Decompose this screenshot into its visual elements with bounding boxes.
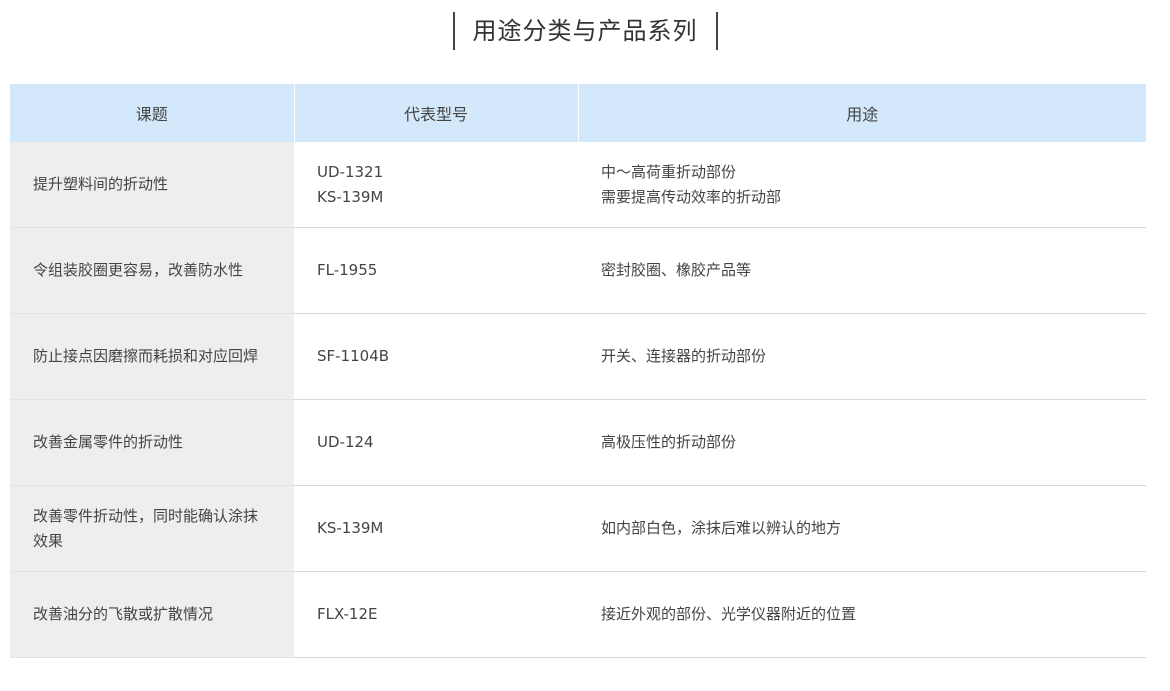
- use-cell: 中〜高荷重折动部份 需要提高传动效率的折动部: [578, 142, 1146, 228]
- model-cell: UD-124: [294, 399, 578, 486]
- use-text: 需要提高传动效率的折动部: [601, 187, 782, 206]
- model-cell: FL-1955: [294, 227, 578, 314]
- use-text: 开关、连接器的折动部份: [601, 347, 767, 365]
- use-text: 高极压性的折动部份: [601, 433, 737, 451]
- model-name: KS-139M: [317, 519, 384, 537]
- topic-cell: 防止接点因磨擦而耗损和对应回焊: [10, 313, 294, 400]
- model-name: UD-124: [317, 433, 374, 451]
- page-title-wrap: 用途分类与产品系列: [0, 12, 1170, 50]
- table-row: 令组装胶圈更容易，改善防水性 FL-1955 密封胶圈、橡胶产品等: [10, 227, 1146, 314]
- model-cell: UD-1321 KS-139M: [294, 142, 578, 228]
- use-text: 接近外观的部份、光学仪器附近的位置: [601, 605, 857, 623]
- table-row: 防止接点因磨擦而耗损和对应回焊 SF-1104B 开关、连接器的折动部份: [10, 313, 1146, 400]
- page-title: 用途分类与产品系列: [452, 12, 718, 50]
- use-text: 中〜高荷重折动部份: [601, 162, 737, 181]
- table-header-row: 课题 代表型号 用途: [10, 84, 1146, 142]
- topic-cell: 改善油分的飞散或扩散情况: [10, 571, 294, 658]
- product-table: 课题 代表型号 用途 提升塑料间的折动性 UD-1321 KS-139M 中〜高…: [10, 84, 1146, 658]
- topic-cell: 提升塑料间的折动性: [10, 142, 294, 228]
- header-model: 代表型号: [294, 84, 579, 142]
- use-text: 密封胶圈、橡胶产品等: [601, 261, 752, 279]
- topic-cell: 改善零件折动性，同时能确认涂抹效果: [10, 485, 294, 572]
- table-row: 提升塑料间的折动性 UD-1321 KS-139M 中〜高荷重折动部份 需要提高…: [10, 142, 1146, 228]
- topic-cell: 令组装胶圈更容易，改善防水性: [10, 227, 294, 314]
- topic-cell: 改善金属零件的折动性: [10, 399, 294, 486]
- table-row: 改善油分的飞散或扩散情况 FLX-12E 接近外观的部份、光学仪器附近的位置: [10, 571, 1146, 658]
- use-cell: 高极压性的折动部份: [578, 399, 1146, 486]
- table-row: 改善金属零件的折动性 UD-124 高极压性的折动部份: [10, 399, 1146, 486]
- model-name: FL-1955: [317, 261, 378, 279]
- use-cell: 接近外观的部份、光学仪器附近的位置: [578, 571, 1146, 658]
- header-topic: 课题: [10, 84, 295, 142]
- use-cell: 开关、连接器的折动部份: [578, 313, 1146, 400]
- model-name: FLX-12E: [317, 605, 378, 623]
- model-cell: KS-139M: [294, 485, 578, 572]
- use-cell: 如内部白色，涂抹后难以辨认的地方: [578, 485, 1146, 572]
- use-text: 如内部白色，涂抹后难以辨认的地方: [601, 519, 842, 537]
- header-use: 用途: [578, 84, 1146, 142]
- model-cell: FLX-12E: [294, 571, 578, 658]
- table-row: 改善零件折动性，同时能确认涂抹效果 KS-139M 如内部白色，涂抹后难以辨认的…: [10, 485, 1146, 572]
- model-name: UD-1321: [317, 162, 384, 181]
- use-cell: 密封胶圈、橡胶产品等: [578, 227, 1146, 314]
- model-name: KS-139M: [317, 187, 384, 206]
- model-name: SF-1104B: [317, 347, 390, 365]
- model-cell: SF-1104B: [294, 313, 578, 400]
